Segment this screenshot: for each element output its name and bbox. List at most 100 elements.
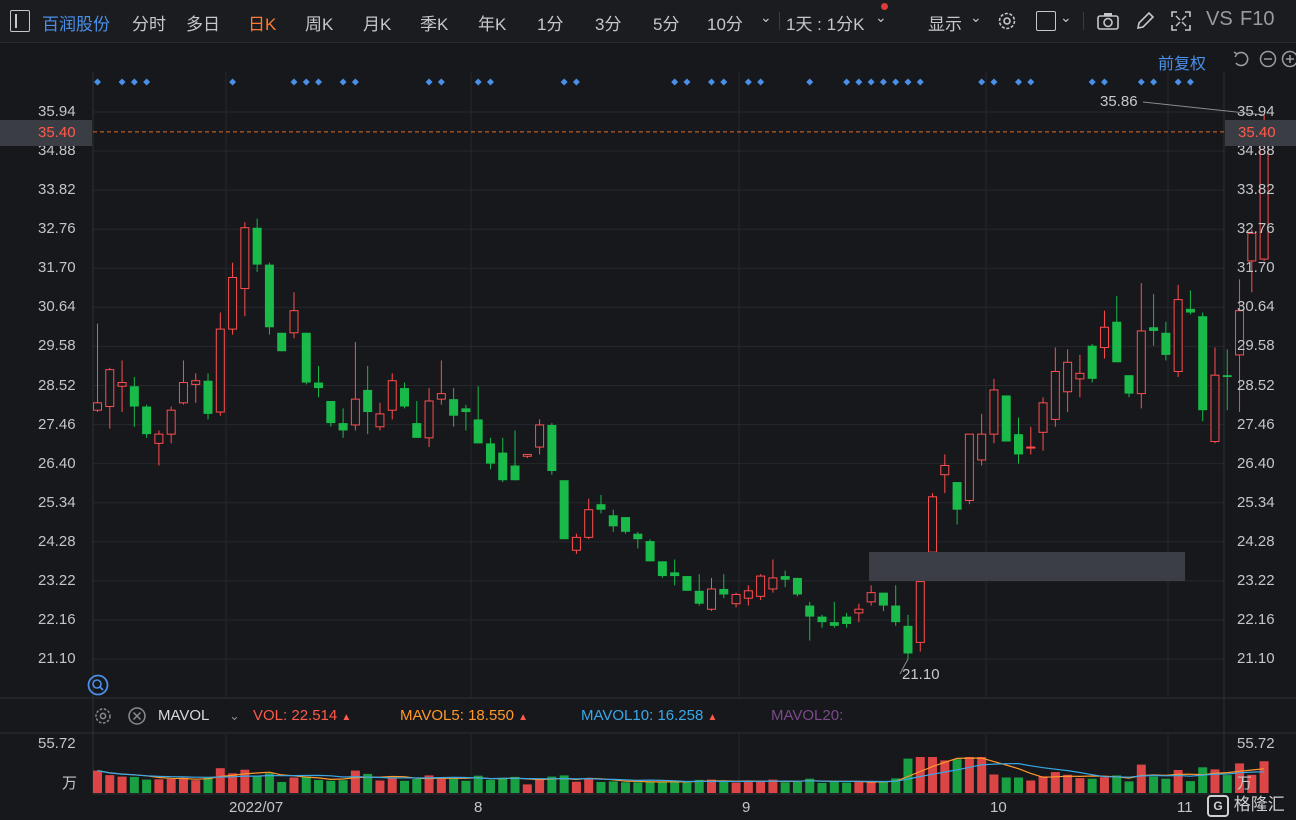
volume-bar: [1099, 777, 1109, 793]
candle-body: [449, 399, 459, 416]
tab-yearly-k[interactable]: 年K: [478, 10, 506, 35]
volume-bar: [215, 768, 225, 793]
tab-3min[interactable]: 3分: [595, 10, 621, 35]
more-periods-chevron-icon[interactable]: ⌄: [760, 9, 772, 26]
event-marker-icon: [1174, 78, 1182, 86]
volume-bar: [768, 779, 778, 793]
period-chevron-icon[interactable]: ⌄: [875, 9, 887, 26]
candle-body: [571, 536, 581, 551]
candle-body: [1038, 402, 1048, 433]
tab-daily-k[interactable]: 日K: [248, 10, 276, 35]
high-price-annotation: 35.86: [1100, 93, 1138, 110]
checkbox-chevron-icon[interactable]: ⌄: [1060, 9, 1072, 26]
mavol20-label: MAVOL20:: [771, 707, 844, 724]
vs-button[interactable]: VS: [1206, 8, 1233, 31]
tab-quarterly-k[interactable]: 季K: [420, 10, 448, 35]
up-arrow-icon: ▲: [341, 712, 352, 723]
candle-body: [1063, 361, 1073, 393]
event-marker-icon: [351, 78, 359, 86]
volume-bar: [461, 780, 471, 793]
tab-1min[interactable]: 1分: [537, 10, 563, 35]
candle-body: [1222, 375, 1232, 378]
event-marker-icon: [855, 78, 863, 86]
settings-gear-icon[interactable]: [996, 10, 1018, 32]
volume-bar: [670, 780, 680, 793]
tab-multiday[interactable]: 多日: [186, 10, 220, 35]
tab-monthly-k[interactable]: 月K: [363, 10, 391, 35]
price-tick: 27.46: [1237, 415, 1275, 433]
mavol10-value: 16.258: [657, 707, 704, 724]
close-indicator-icon[interactable]: [127, 706, 147, 726]
event-marker-icon: [892, 78, 900, 86]
candle-body: [412, 423, 422, 438]
volume-bar: [854, 782, 864, 793]
price-tick: 25.34: [38, 493, 76, 511]
event-marker-icon: [130, 78, 138, 86]
tab-intraday[interactable]: 分时: [132, 10, 166, 35]
display-chevron-icon[interactable]: ⌄: [970, 9, 982, 26]
vol-max-right: 55.72: [1237, 735, 1275, 752]
volume-bar: [314, 779, 324, 793]
zoom-in-icon[interactable]: [1281, 50, 1296, 68]
volume-bar: [1063, 774, 1073, 793]
zoom-out-icon[interactable]: [1259, 50, 1277, 68]
period-select[interactable]: 1天 : 1分K: [786, 10, 864, 35]
candle-body: [780, 576, 790, 580]
candle-body: [1161, 332, 1171, 355]
volume-bar: [498, 777, 508, 793]
indicator-settings-icon[interactable]: [93, 706, 113, 726]
volume-bar: [842, 782, 852, 793]
f10-button[interactable]: F10: [1240, 8, 1274, 31]
price-tick: 21.10: [1237, 650, 1275, 667]
tab-10min[interactable]: 10分: [707, 10, 743, 35]
indicator-chevron-icon[interactable]: ⌄: [229, 708, 240, 724]
volume-bar: [473, 775, 483, 793]
tab-5min[interactable]: 5分: [653, 10, 679, 35]
volume-bar: [191, 780, 201, 793]
volume-bar: [240, 769, 250, 793]
sidebar-toggle-icon[interactable]: [10, 10, 30, 32]
candle-body: [1112, 321, 1122, 363]
volume-bar: [608, 781, 618, 793]
volume-bar: [1185, 781, 1195, 793]
display-menu[interactable]: 显示: [928, 10, 962, 35]
reset-icon[interactable]: [1232, 50, 1250, 68]
volume-bar: [694, 779, 704, 793]
fullscreen-icon[interactable]: [1170, 10, 1192, 32]
candle-body: [166, 409, 176, 435]
adjust-mode-button[interactable]: 前复权: [1158, 50, 1206, 74]
event-marker-icon: [302, 78, 310, 86]
magnifier-icon[interactable]: [87, 674, 109, 696]
event-marker-icon: [671, 78, 679, 86]
stock-name[interactable]: 百润股份: [42, 10, 110, 35]
camera-icon[interactable]: [1096, 10, 1120, 32]
candle-body: [829, 622, 839, 626]
volume-bar: [154, 779, 164, 793]
tab-weekly-k[interactable]: 周K: [305, 10, 333, 35]
volume-bar: [1026, 780, 1036, 793]
price-tick: 32.76: [38, 220, 76, 238]
draw-pencil-icon[interactable]: [1134, 10, 1156, 32]
candle-body: [154, 433, 164, 444]
event-marker-icon: [708, 78, 715, 86]
brand-g-icon: G: [1207, 795, 1229, 817]
candle-body: [264, 264, 274, 328]
checkbox-icon[interactable]: [1036, 11, 1056, 31]
price-tick: 31.70: [1237, 259, 1275, 277]
candle-body: [473, 419, 483, 444]
divider: [779, 12, 780, 30]
candle-body: [400, 388, 409, 407]
volume-bar: [1173, 770, 1183, 793]
candle-body: [621, 517, 631, 532]
event-marker-icon: [437, 78, 445, 86]
candle-body: [1026, 446, 1036, 449]
price-tick: 33.82: [1237, 181, 1275, 199]
current-price-tag-left: 35.40: [0, 120, 92, 146]
volume-bar: [805, 778, 815, 793]
event-marker-icon: [744, 78, 752, 86]
indicator-name[interactable]: MAVOL: [158, 707, 209, 724]
vol-max-left: 55.72: [38, 735, 76, 752]
event-marker-icon: [339, 78, 347, 86]
volume-bar: [989, 774, 999, 793]
price-tick: 24.28: [1237, 532, 1275, 550]
